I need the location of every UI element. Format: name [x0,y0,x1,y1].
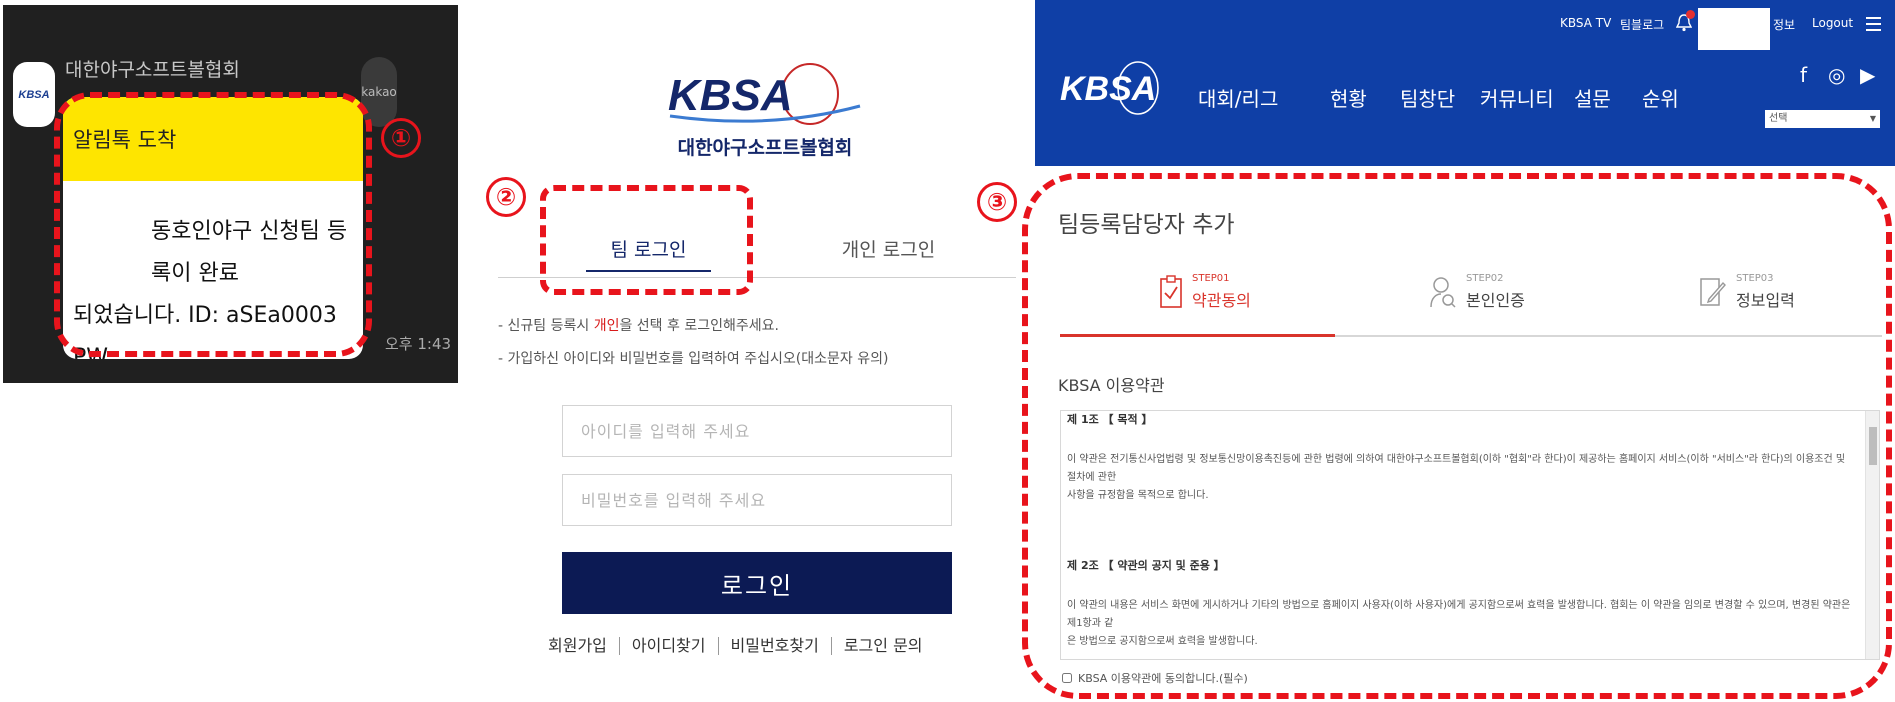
tab-personal-login[interactable]: 개인 로그인 [806,230,971,270]
instagram-icon[interactable]: ◎ [1828,63,1845,87]
logout-link[interactable]: Logout [1812,16,1853,30]
annotation-marker-3: ③ [977,182,1017,222]
association-name: 대한야구소프트볼협회 [677,137,853,159]
team-blog-link[interactable]: 팀블로그 [1620,16,1664,33]
find-password-link[interactable]: 비밀번호찾기 [717,637,831,655]
annotation-box-2 [540,185,753,295]
nav-survey[interactable]: 설문 [1574,83,1611,112]
login-button[interactable]: 로그인 [562,552,952,614]
notice-new-team: - 신규팀 등록시 개인을 선택 후 로그인해주세요. [498,315,779,335]
kbsa-logo: KBSA [668,63,861,125]
portal-kbsa-logo[interactable]: KBSA [1058,58,1168,118]
chevron-down-icon: ▼ [1869,114,1876,123]
annotation-box-1 [54,92,372,357]
id-input[interactable] [562,405,952,457]
hamburger-menu-icon[interactable] [1866,17,1881,31]
info-link[interactable]: 정보 [1773,16,1795,33]
notice-highlight: 개인 [593,318,620,334]
nav-team-founding[interactable]: 팀창단 [1400,83,1455,112]
kakao-badge-text: kakao [361,85,397,99]
password-input[interactable] [562,474,952,526]
find-id-link[interactable]: 아이디찾기 [618,637,718,655]
message-time: 오후 1:43 [385,335,452,353]
notice-text: 을 선택 후 로그인해주세요. [619,318,779,334]
facebook-icon[interactable]: f [1800,63,1807,87]
logo-text: KBSA [668,71,793,120]
account-links: 회원가입 아이디찾기 비밀번호찾기 로그인 문의 [548,637,973,655]
portal-logo-text: KBSA [1060,70,1156,108]
login-inquiry-link[interactable]: 로그인 문의 [830,637,935,655]
nav-community[interactable]: 커뮤니티 [1480,83,1554,112]
sender-name: 대한야구소프트볼협회 [65,59,240,81]
notice-text: - 신규팀 등록시 [498,318,594,334]
signup-link[interactable]: 회원가입 [548,637,619,655]
nav-ranking[interactable]: 순위 [1642,83,1679,112]
avatar-text: KBSA [18,88,50,101]
nav-status[interactable]: 현황 [1330,83,1367,112]
annotation-marker-1: ① [381,118,421,158]
user-name-redacted [1698,8,1770,50]
youtube-icon[interactable]: ▶ [1860,63,1875,87]
site-select[interactable]: 선택 ▼ [1765,110,1880,128]
annotation-marker-2: ② [486,177,526,217]
annotation-box-3 [1022,173,1892,699]
kbsa-tv-link[interactable]: KBSA TV [1560,16,1611,30]
nav-competition-league[interactable]: 대회/리그 [1198,83,1278,112]
notification-badge [1686,10,1695,19]
select-value: 선택 [1769,113,1788,124]
kbsa-avatar: KBSA [13,62,55,127]
notice-credentials: - 가입하신 아이디와 비밀번호를 입력하여 주십시오(대소문자 유의) [498,351,889,367]
